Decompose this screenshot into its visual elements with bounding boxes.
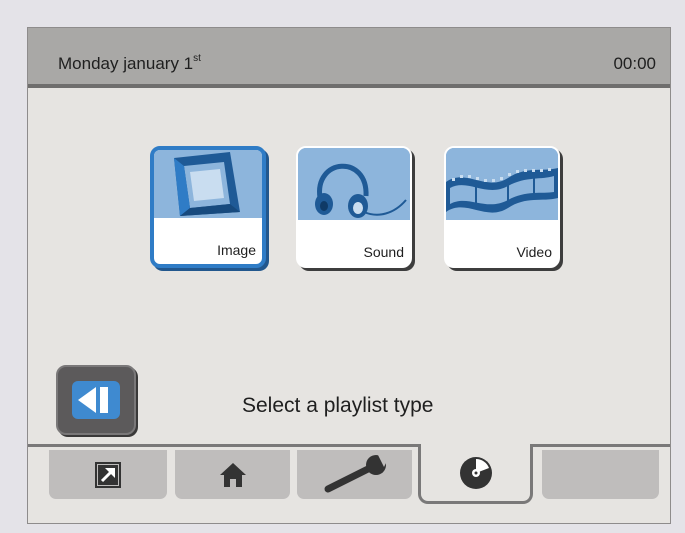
- tab-playlist[interactable]: [418, 444, 533, 504]
- tab-settings[interactable]: [297, 450, 412, 499]
- film-strip-icon: [446, 148, 558, 220]
- back-icon: [72, 381, 120, 419]
- headphones-icon: [298, 148, 410, 220]
- tab-empty[interactable]: [542, 450, 659, 499]
- back-button[interactable]: [56, 365, 136, 435]
- header-bar: Monday january 1st 00:00: [28, 28, 670, 88]
- tab-export[interactable]: [49, 450, 167, 499]
- screen-frame: Monday january 1st 00:00 Image Sound Vid…: [27, 27, 671, 524]
- date-ordinal-suffix: st: [193, 53, 201, 64]
- date-display: Monday january 1st: [58, 53, 201, 74]
- playlist-type-sound[interactable]: Sound: [296, 146, 412, 268]
- export-arrow-icon: [95, 461, 121, 488]
- playlist-type-image[interactable]: Image: [150, 146, 266, 268]
- playlist-type-label: Image: [217, 242, 256, 258]
- picture-frame-icon: [154, 150, 262, 218]
- tab-home[interactable]: [175, 450, 290, 499]
- clock-display: 00:00: [613, 54, 656, 73]
- tab-divider: [533, 444, 670, 447]
- home-icon: [219, 462, 246, 487]
- playlist-type-label: Video: [516, 244, 552, 260]
- disc-icon: [459, 456, 492, 489]
- tab-divider: [28, 444, 418, 447]
- wrench-icon: [324, 454, 390, 492]
- instruction-text: Select a playlist type: [242, 394, 434, 417]
- playlist-type-video[interactable]: Video: [444, 146, 560, 268]
- date-text: Monday january 1: [58, 54, 194, 73]
- playlist-type-label: Sound: [363, 244, 404, 260]
